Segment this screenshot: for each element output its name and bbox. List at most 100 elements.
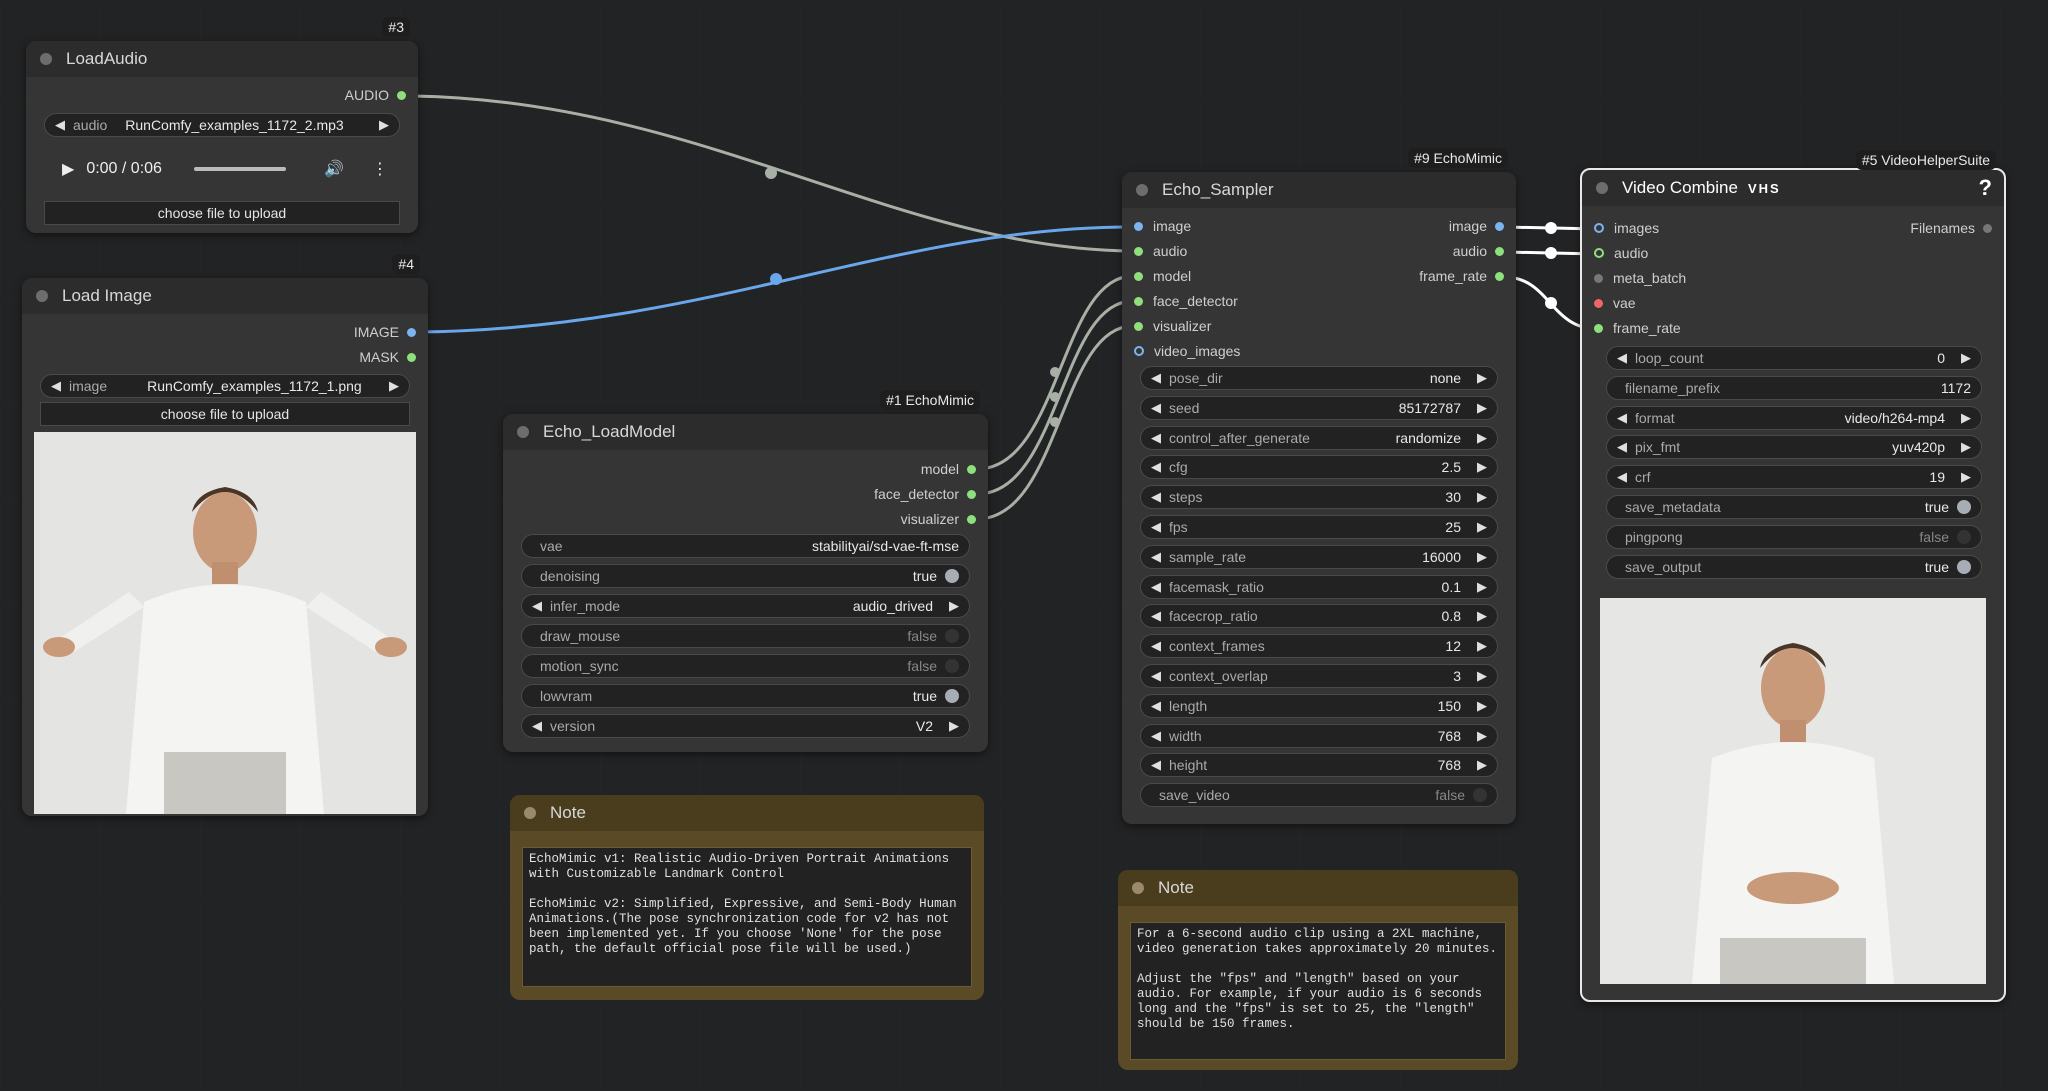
right-arrow-icon[interactable]: ▶ [389, 378, 399, 394]
right-arrow-icon[interactable]: ▶ [1961, 350, 1971, 366]
slot-dot[interactable] [1983, 223, 1992, 233]
sample-rate-widget[interactable]: ◀ sample_rate 16000 ▶ [1140, 544, 1498, 569]
right-arrow-icon[interactable]: ▶ [1477, 489, 1487, 505]
save-output-widget[interactable]: save_output true [1606, 554, 1982, 579]
left-arrow-icon[interactable]: ◀ [1151, 757, 1161, 773]
audio-player[interactable]: ▶ 0:00 / 0:06 🔊 ⋮ [44, 151, 400, 187]
left-arrow-icon[interactable]: ◀ [1617, 469, 1627, 485]
load-image-node[interactable]: #4 Load Image IMAGE MASK ◀ image RunComf… [22, 254, 428, 816]
echo-loadmodel-node[interactable]: #1 EchoMimic Echo_LoadModel model face_d… [503, 390, 988, 752]
input-slot-image[interactable]: image [1134, 218, 1191, 234]
filename-prefix-widget[interactable]: filename_prefix 1172 [1606, 375, 1982, 400]
output-slot-mask[interactable]: MASK [359, 349, 416, 365]
node-header[interactable]: Note [1118, 870, 1518, 906]
node-header[interactable]: LoadAudio [26, 41, 418, 77]
choose-file-button[interactable]: choose file to upload [40, 402, 410, 426]
node-header[interactable]: Note [510, 795, 984, 831]
note-textarea[interactable]: For a 6-second audio clip using a 2XL ma… [1130, 922, 1506, 1060]
output-slot-model[interactable]: model [921, 461, 976, 477]
slot-dot[interactable] [1495, 246, 1504, 256]
slot-dot[interactable] [407, 327, 416, 337]
right-arrow-icon[interactable]: ▶ [1477, 728, 1487, 744]
toggle-knob[interactable] [1957, 529, 1971, 544]
right-arrow-icon[interactable]: ▶ [1477, 579, 1487, 595]
right-arrow-icon[interactable]: ▶ [1477, 370, 1487, 386]
collapse-dot[interactable] [1596, 182, 1608, 194]
input-slot-audio[interactable]: audio [1134, 243, 1187, 259]
left-arrow-icon[interactable]: ◀ [55, 117, 65, 133]
slot-dot[interactable] [1134, 321, 1143, 331]
toggle-knob[interactable] [945, 659, 959, 673]
format-widget[interactable]: ◀ format video/h264-mp4 ▶ [1606, 405, 1982, 430]
toggle-knob[interactable] [945, 629, 959, 643]
right-arrow-icon[interactable]: ▶ [1477, 608, 1487, 624]
toggle-knob[interactable] [1957, 559, 1971, 574]
right-arrow-icon[interactable]: ▶ [1961, 439, 1971, 455]
slot-dot[interactable] [1495, 271, 1504, 281]
collapse-dot[interactable] [40, 53, 52, 65]
pingpong-widget[interactable]: pingpong false [1606, 524, 1982, 549]
height-widget[interactable]: ◀ height 768 ▶ [1140, 753, 1498, 778]
echo-sampler-node[interactable]: #9 EchoMimic Echo_Sampler image audio mo… [1122, 148, 1516, 824]
slot-dot[interactable] [1594, 248, 1604, 258]
output-slot-face-detector[interactable]: face_detector [874, 486, 976, 502]
input-slot-meta-batch[interactable]: meta_batch [1594, 270, 1686, 286]
volume-icon[interactable]: 🔊 [324, 159, 344, 179]
slot-dot[interactable] [967, 514, 976, 524]
collapse-dot[interactable] [36, 290, 48, 302]
right-arrow-icon[interactable]: ▶ [1477, 698, 1487, 714]
loop-count-widget[interactable]: ◀ loop_count 0 ▶ [1606, 346, 1982, 370]
right-arrow-icon[interactable]: ▶ [379, 117, 389, 133]
pose-dir-widget[interactable]: ◀ pose_dir none ▶ [1140, 366, 1498, 390]
fps-widget[interactable]: ◀ fps 25 ▶ [1140, 515, 1498, 539]
left-arrow-icon[interactable]: ◀ [1617, 350, 1627, 366]
right-arrow-icon[interactable]: ▶ [949, 598, 959, 614]
right-arrow-icon[interactable]: ▶ [1477, 459, 1487, 475]
node-header[interactable]: Echo_Sampler [1122, 172, 1516, 208]
input-slot-visualizer[interactable]: visualizer [1134, 318, 1211, 334]
slot-dot[interactable] [397, 90, 406, 100]
denoising-toggle[interactable]: denoising true [521, 564, 970, 588]
right-arrow-icon[interactable]: ▶ [949, 718, 959, 734]
input-slot-vae[interactable]: vae [1594, 295, 1636, 311]
node-header[interactable]: Video Combine VHS ? [1582, 170, 2004, 206]
slot-dot[interactable] [1594, 273, 1603, 283]
length-widget[interactable]: ◀ length 150 ▶ [1140, 693, 1498, 718]
context-frames-widget[interactable]: ◀ context_frames 12 ▶ [1140, 634, 1498, 659]
input-slot-images[interactable]: images [1594, 220, 1659, 236]
save-metadata-widget[interactable]: save_metadata true [1606, 495, 1982, 519]
left-arrow-icon[interactable]: ◀ [51, 378, 61, 394]
left-arrow-icon[interactable]: ◀ [1151, 370, 1161, 386]
control-after-generate-widget[interactable]: ◀ control_after_generate randomize ▶ [1140, 425, 1498, 450]
collapse-dot[interactable] [1136, 184, 1148, 196]
left-arrow-icon[interactable]: ◀ [1617, 410, 1627, 426]
left-arrow-icon[interactable]: ◀ [1151, 728, 1161, 744]
node-header[interactable]: Load Image [22, 278, 428, 314]
output-slot-audio[interactable]: audio [1453, 243, 1504, 259]
draw-mouse-toggle[interactable]: draw_mouse false [521, 624, 970, 648]
collapse-dot[interactable] [517, 426, 529, 438]
left-arrow-icon[interactable]: ◀ [1151, 549, 1161, 565]
left-arrow-icon[interactable]: ◀ [1617, 439, 1627, 455]
left-arrow-icon[interactable]: ◀ [1151, 459, 1161, 475]
motion-sync-toggle[interactable]: motion_sync false [521, 654, 970, 678]
left-arrow-icon[interactable]: ◀ [1151, 608, 1161, 624]
output-slot-audio[interactable]: AUDIO [345, 87, 406, 103]
input-slot-audio[interactable]: audio [1594, 245, 1648, 261]
slot-dot[interactable] [1134, 221, 1143, 231]
choose-file-button[interactable]: choose file to upload [44, 201, 400, 225]
left-arrow-icon[interactable]: ◀ [1151, 668, 1161, 684]
seed-widget[interactable]: ◀ seed 85172787 ▶ [1140, 395, 1498, 420]
seek-bar[interactable] [193, 167, 286, 171]
slot-dot[interactable] [967, 464, 976, 474]
note-node-generation[interactable]: Note For a 6-second audio clip using a 2… [1118, 870, 1518, 1070]
pix-fmt-widget[interactable]: ◀ pix_fmt yuv420p ▶ [1606, 435, 1982, 460]
node-header[interactable]: Echo_LoadModel [503, 414, 988, 450]
left-arrow-icon[interactable]: ◀ [1151, 430, 1161, 446]
help-icon[interactable]: ? [1979, 175, 1992, 201]
left-arrow-icon[interactable]: ◀ [1151, 489, 1161, 505]
right-arrow-icon[interactable]: ▶ [1477, 549, 1487, 565]
image-combo-widget[interactable]: ◀ image RunComfy_examples_1172_1.png ▶ [40, 374, 410, 398]
toggle-knob[interactable] [945, 689, 959, 703]
input-slot-video-images[interactable]: video_images [1134, 343, 1240, 359]
